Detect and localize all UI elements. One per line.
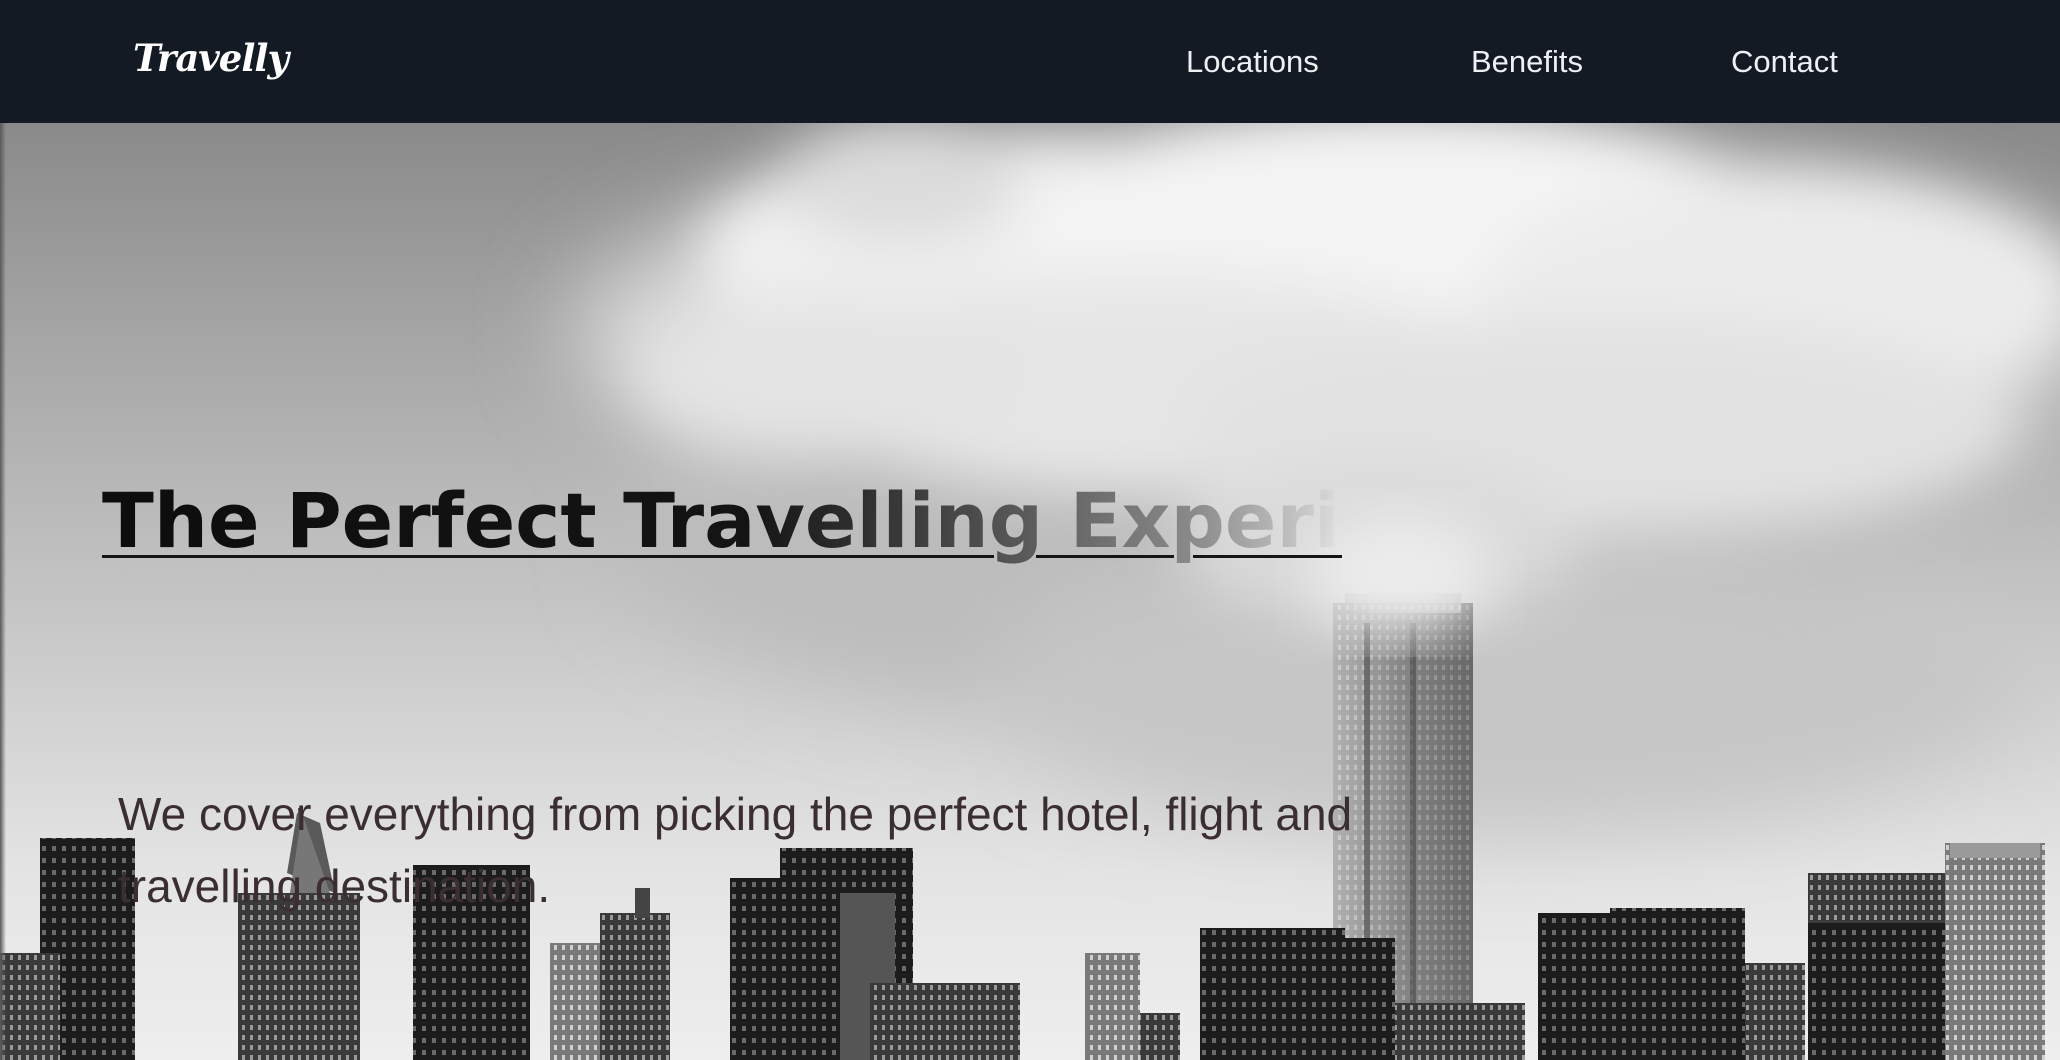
hero-title: The Perfect Travelling Experience bbox=[102, 476, 1342, 565]
hero-subtitle: We cover everything from picking the per… bbox=[118, 788, 1353, 912]
hero-section: The Perfect Travelling Experience We cov… bbox=[0, 123, 2060, 1060]
page: Travelly Locations Benefits Contact The … bbox=[0, 0, 2060, 1060]
logo-link[interactable]: Travelly bbox=[133, 36, 289, 80]
nav-link-contact[interactable]: Contact bbox=[1731, 44, 1838, 80]
nav-link-locations[interactable]: Locations bbox=[1186, 44, 1319, 80]
nav-link-benefits[interactable]: Benefits bbox=[1471, 44, 1583, 80]
navbar: Travelly Locations Benefits Contact bbox=[0, 0, 2060, 123]
hero-left-edge-shade bbox=[0, 123, 6, 1060]
